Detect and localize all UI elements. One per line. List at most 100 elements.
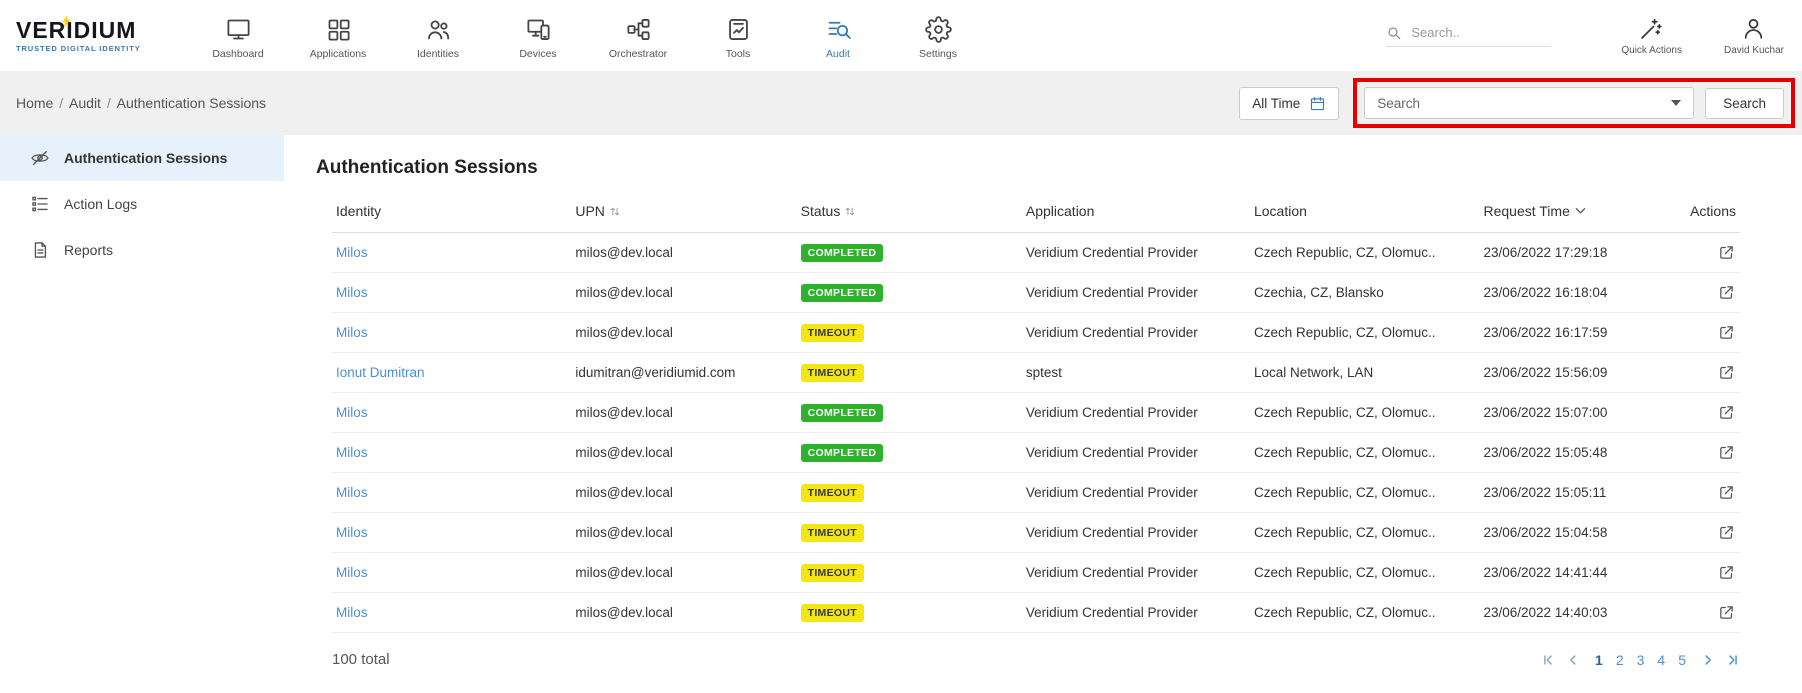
- quick-actions-button[interactable]: Quick Actions: [1621, 16, 1682, 56]
- nav-item-label: Audit: [826, 48, 850, 60]
- column-header-upn[interactable]: UPN: [571, 193, 796, 233]
- application-cell: Veridium Credential Provider: [1022, 593, 1250, 633]
- search-button[interactable]: Search: [1705, 88, 1784, 119]
- view-session-button[interactable]: [1718, 364, 1735, 381]
- open-session-icon: [1718, 244, 1735, 261]
- application-cell: sptest: [1022, 353, 1250, 393]
- identity-link[interactable]: Milos: [336, 245, 368, 260]
- identity-link[interactable]: Ionut Dumitran: [336, 365, 425, 380]
- global-search: [1386, 25, 1551, 47]
- request-time-cell: 23/06/2022 15:05:48: [1479, 433, 1669, 473]
- nav-item-applications[interactable]: Applications: [288, 12, 388, 60]
- sessions-table-area: IdentityUPNStatusApplicationLocationRequ…: [332, 193, 1740, 668]
- nav-item-devices[interactable]: Devices: [488, 12, 588, 60]
- next-page-button[interactable]: [1701, 653, 1715, 667]
- identities-icon: [425, 16, 452, 43]
- prev-page-button[interactable]: [1566, 653, 1580, 667]
- view-session-button[interactable]: [1718, 484, 1735, 501]
- identity-link[interactable]: Milos: [336, 445, 368, 460]
- audit-icon: [825, 16, 852, 43]
- request-time-cell: 23/06/2022 14:41:44: [1479, 553, 1669, 593]
- breadcrumb-audit[interactable]: Audit: [69, 95, 101, 111]
- logo-spark-icon: [61, 15, 72, 28]
- pagination: 12345: [1541, 652, 1740, 668]
- page-button-4[interactable]: 4: [1657, 652, 1665, 668]
- veridium-logo[interactable]: VERIDIUM TRUSTED DIGITAL IDENTITY: [16, 19, 166, 53]
- top-bar-right: Quick Actions David Kuchar: [1386, 16, 1784, 56]
- identity-link[interactable]: Milos: [336, 605, 368, 620]
- view-session-button[interactable]: [1718, 284, 1735, 301]
- actions-cell: [1670, 593, 1740, 633]
- nav-item-audit[interactable]: Audit: [788, 12, 888, 60]
- identity-cell: Milos: [332, 273, 571, 313]
- view-session-button[interactable]: [1718, 604, 1735, 621]
- actions-cell: [1670, 393, 1740, 433]
- status-badge: TIMEOUT: [801, 484, 864, 502]
- location-cell: Czech Republic, CZ, Olomuc..: [1250, 593, 1480, 633]
- first-page-button[interactable]: [1541, 653, 1555, 667]
- view-session-button[interactable]: [1718, 444, 1735, 461]
- column-label: UPN: [575, 203, 605, 219]
- page-button-5[interactable]: 5: [1678, 652, 1686, 668]
- identity-link[interactable]: Milos: [336, 325, 368, 340]
- breadcrumb-home[interactable]: Home: [16, 95, 53, 111]
- last-page-button[interactable]: [1726, 653, 1740, 667]
- view-session-button[interactable]: [1718, 324, 1735, 341]
- search-type-dropdown[interactable]: Search: [1364, 87, 1694, 119]
- action-logs-icon: [30, 194, 50, 214]
- sort-updown-icon: [610, 205, 620, 218]
- identity-link[interactable]: Milos: [336, 485, 368, 500]
- upn-cell: milos@dev.local: [571, 273, 796, 313]
- location-cell: Czech Republic, CZ, Olomuc..: [1250, 233, 1480, 273]
- application-cell: Veridium Credential Provider: [1022, 393, 1250, 433]
- actions-cell: [1670, 553, 1740, 593]
- nav-item-tools[interactable]: Tools: [688, 12, 788, 60]
- table-row: Milosmilos@dev.localTIMEOUTVeridium Cred…: [332, 513, 1740, 553]
- identity-cell: Milos: [332, 313, 571, 353]
- nav-item-identities[interactable]: Identities: [388, 12, 488, 60]
- nav-item-orchestrator[interactable]: Orchestrator: [588, 12, 688, 60]
- view-session-button[interactable]: [1718, 564, 1735, 581]
- location-cell: Czechia, CZ, Blansko: [1250, 273, 1480, 313]
- identity-cell: Milos: [332, 553, 571, 593]
- identity-cell: Milos: [332, 513, 571, 553]
- sidebar-item-authentication-sessions[interactable]: Authentication Sessions: [0, 135, 284, 181]
- breadcrumb: Home / Audit / Authentication Sessions: [16, 95, 266, 111]
- open-session-icon: [1718, 324, 1735, 341]
- status-cell: TIMEOUT: [797, 353, 1022, 393]
- application-cell: Veridium Credential Provider: [1022, 313, 1250, 353]
- identity-link[interactable]: Milos: [336, 565, 368, 580]
- status-badge: COMPLETED: [801, 244, 884, 262]
- time-filter-label: All Time: [1252, 96, 1300, 111]
- view-session-button[interactable]: [1718, 404, 1735, 421]
- nav-item-dashboard[interactable]: Dashboard: [188, 12, 288, 60]
- identity-link[interactable]: Milos: [336, 525, 368, 540]
- identity-link[interactable]: Milos: [336, 405, 368, 420]
- main-panel: Authentication Sessions IdentityUPNStatu…: [284, 135, 1802, 693]
- table-row: Milosmilos@dev.localTIMEOUTVeridium Cred…: [332, 593, 1740, 633]
- upn-cell: milos@dev.local: [571, 593, 796, 633]
- page-button-2[interactable]: 2: [1616, 652, 1624, 668]
- user-menu[interactable]: David Kuchar: [1724, 16, 1784, 56]
- nav-item-settings[interactable]: Settings: [888, 12, 988, 60]
- breadcrumb-authentication-sessions: Authentication Sessions: [117, 95, 266, 111]
- time-filter-button[interactable]: All Time: [1239, 87, 1339, 120]
- request-time-cell: 23/06/2022 17:29:18: [1479, 233, 1669, 273]
- page-button-3[interactable]: 3: [1637, 652, 1645, 668]
- location-cell: Czech Republic, CZ, Olomuc..: [1250, 393, 1480, 433]
- actions-cell: [1670, 233, 1740, 273]
- view-session-button[interactable]: [1718, 244, 1735, 261]
- sidebar-item-action-logs[interactable]: Action Logs: [0, 181, 284, 227]
- global-search-input[interactable]: [1411, 25, 1536, 40]
- view-session-button[interactable]: [1718, 524, 1735, 541]
- identity-link[interactable]: Milos: [336, 285, 368, 300]
- sidebar-item-reports[interactable]: Reports: [0, 227, 284, 273]
- column-header-request-time[interactable]: Request Time: [1479, 193, 1669, 233]
- sidebar-item-label: Authentication Sessions: [64, 150, 227, 166]
- page-button-1[interactable]: 1: [1595, 652, 1603, 668]
- request-time-cell: 23/06/2022 15:05:11: [1479, 473, 1669, 513]
- table-row: Milosmilos@dev.localTIMEOUTVeridium Cred…: [332, 473, 1740, 513]
- column-header-status[interactable]: Status: [797, 193, 1022, 233]
- status-badge: TIMEOUT: [801, 324, 864, 342]
- breadcrumb-separator: /: [103, 95, 115, 111]
